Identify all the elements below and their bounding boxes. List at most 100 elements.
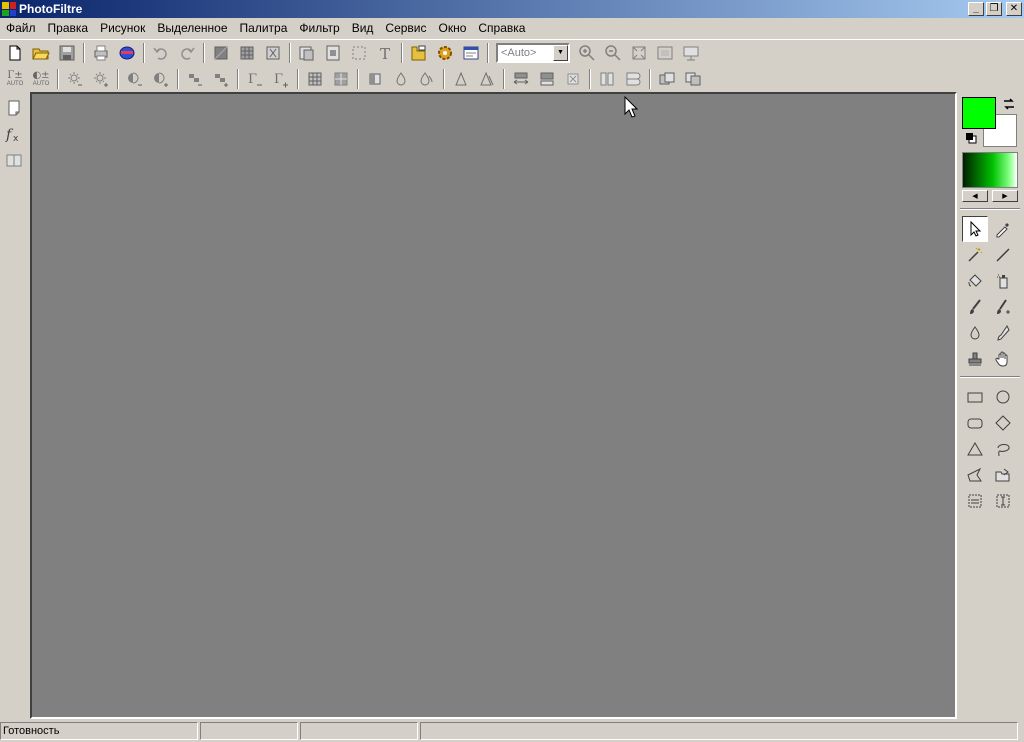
- menu-edit[interactable]: Правка: [42, 18, 95, 38]
- clone-stamp-icon[interactable]: [962, 346, 988, 372]
- undo-icon[interactable]: [149, 42, 173, 64]
- polygon-select-icon[interactable]: [962, 462, 988, 488]
- rectangle-select-icon[interactable]: [962, 384, 988, 410]
- menu-tools[interactable]: Сервис: [379, 18, 432, 38]
- mosaic-filter-icon[interactable]: [329, 68, 353, 90]
- menu-palette[interactable]: Палитра: [234, 18, 294, 38]
- triangle-select-icon[interactable]: [962, 436, 988, 462]
- minimize-button[interactable]: _: [968, 2, 984, 16]
- gamma-plus-icon[interactable]: Γ: [269, 68, 293, 90]
- plugins-gear-icon[interactable]: [433, 42, 457, 64]
- divider: [960, 376, 1020, 378]
- blur-tool-icon[interactable]: [962, 320, 988, 346]
- photofiltre-app-icon[interactable]: [2, 2, 16, 16]
- menu-view[interactable]: Вид: [346, 18, 380, 38]
- selection-options-icon[interactable]: [962, 488, 988, 514]
- print-icon[interactable]: [89, 42, 113, 64]
- magic-wand-icon[interactable]: [962, 242, 988, 268]
- blur-more-icon[interactable]: [415, 68, 439, 90]
- transparency-icon[interactable]: [261, 42, 285, 64]
- load-selection-icon[interactable]: [990, 462, 1016, 488]
- selection-arrow-icon[interactable]: [962, 216, 988, 242]
- sharpen-icon[interactable]: [449, 68, 473, 90]
- swap-colors-icon[interactable]: [1001, 96, 1017, 112]
- divider: [960, 208, 1020, 210]
- workspace-canvas-area[interactable]: [30, 92, 957, 719]
- dialog-window-icon[interactable]: [459, 42, 483, 64]
- brightness-minus-icon[interactable]: [63, 68, 87, 90]
- advanced-brush-icon[interactable]: [990, 294, 1016, 320]
- zoom-out-icon[interactable]: [601, 42, 625, 64]
- auto-levels-button[interactable]: Γ± AUTO: [3, 68, 27, 90]
- gradient-preview[interactable]: [962, 152, 1018, 188]
- actual-size-icon[interactable]: [627, 42, 651, 64]
- text-tool-icon[interactable]: T: [373, 42, 397, 64]
- zoom-in-icon[interactable]: [575, 42, 599, 64]
- pattern-icon[interactable]: [235, 42, 259, 64]
- rotate-icon[interactable]: [561, 68, 585, 90]
- fill-image-icon[interactable]: [209, 42, 233, 64]
- hand-scroll-icon[interactable]: [990, 346, 1016, 372]
- book-icon[interactable]: [3, 149, 25, 171]
- menu-image[interactable]: Рисунок: [94, 18, 151, 38]
- gradient-next-button[interactable]: ▶: [992, 190, 1018, 202]
- svg-text:Γ: Γ: [248, 72, 257, 87]
- flip-horizontal-icon[interactable]: [509, 68, 533, 90]
- restore-button[interactable]: ❐: [986, 2, 1002, 16]
- text-selection-icon[interactable]: [990, 488, 1016, 514]
- paste-image-icon[interactable]: [681, 68, 705, 90]
- gradient-prev-button[interactable]: ◀: [962, 190, 988, 202]
- new-file-icon[interactable]: [3, 42, 27, 64]
- diamond-select-icon[interactable]: [990, 410, 1016, 436]
- sharpen-more-icon[interactable]: [475, 68, 499, 90]
- close-button[interactable]: ✕: [1006, 2, 1022, 16]
- foreground-color-swatch[interactable]: [962, 97, 996, 129]
- menu-help[interactable]: Справка: [472, 18, 531, 38]
- flip-vertical-icon[interactable]: [535, 68, 559, 90]
- brush-icon[interactable]: [962, 294, 988, 320]
- contrast-plus-icon[interactable]: [149, 68, 173, 90]
- fit-window-icon[interactable]: [653, 42, 677, 64]
- menu-file[interactable]: Файл: [0, 18, 42, 38]
- blur-drop-icon[interactable]: [389, 68, 413, 90]
- explorer-icon[interactable]: [407, 42, 431, 64]
- scan-icon[interactable]: [115, 42, 139, 64]
- open-folder-icon[interactable]: [29, 42, 53, 64]
- function-fx-icon[interactable]: fx: [3, 123, 25, 145]
- lasso-select-icon[interactable]: [990, 436, 1016, 462]
- brightness-plus-icon[interactable]: [89, 68, 113, 90]
- chevron-down-icon[interactable]: ▼: [553, 44, 568, 61]
- redo-icon[interactable]: [175, 42, 199, 64]
- spray-can-icon[interactable]: [990, 268, 1016, 294]
- menu-window[interactable]: Окно: [433, 18, 473, 38]
- saturation-minus-icon[interactable]: [183, 68, 207, 90]
- contrast-minus-icon[interactable]: [123, 68, 147, 90]
- new-page-icon[interactable]: [3, 97, 25, 119]
- rounded-rect-select-icon[interactable]: [962, 410, 988, 436]
- menu-selection[interactable]: Выделенное: [151, 18, 233, 38]
- fullscreen-icon[interactable]: [679, 42, 703, 64]
- line-tool-icon[interactable]: [990, 242, 1016, 268]
- paint-bucket-icon[interactable]: [962, 268, 988, 294]
- left-toolbar: fx: [0, 93, 30, 717]
- eyedropper-icon[interactable]: [990, 216, 1016, 242]
- zoom-combo[interactable]: <Auto> ▼: [496, 42, 570, 63]
- emboss-icon[interactable]: [363, 68, 387, 90]
- ellipse-select-icon[interactable]: [990, 384, 1016, 410]
- save-icon[interactable]: [55, 42, 79, 64]
- saturation-plus-icon[interactable]: [209, 68, 233, 90]
- split-horizontal-icon[interactable]: [621, 68, 645, 90]
- menu-filter[interactable]: Фильтр: [293, 18, 345, 38]
- reset-colors-icon[interactable]: [965, 132, 977, 144]
- status-bar: Готовность: [0, 720, 1024, 742]
- smudge-finger-icon[interactable]: [990, 320, 1016, 346]
- split-vertical-icon[interactable]: [595, 68, 619, 90]
- canvas-size-icon[interactable]: [321, 42, 345, 64]
- auto-contrast-button[interactable]: ◐± AUTO: [29, 68, 53, 90]
- copy-image-icon[interactable]: [655, 68, 679, 90]
- gamma-minus-icon[interactable]: Γ: [243, 68, 267, 90]
- crop-selection-icon[interactable]: [347, 42, 371, 64]
- grid-filter-icon[interactable]: [303, 68, 327, 90]
- status-panel-info: [420, 722, 1018, 740]
- image-size-icon[interactable]: [295, 42, 319, 64]
